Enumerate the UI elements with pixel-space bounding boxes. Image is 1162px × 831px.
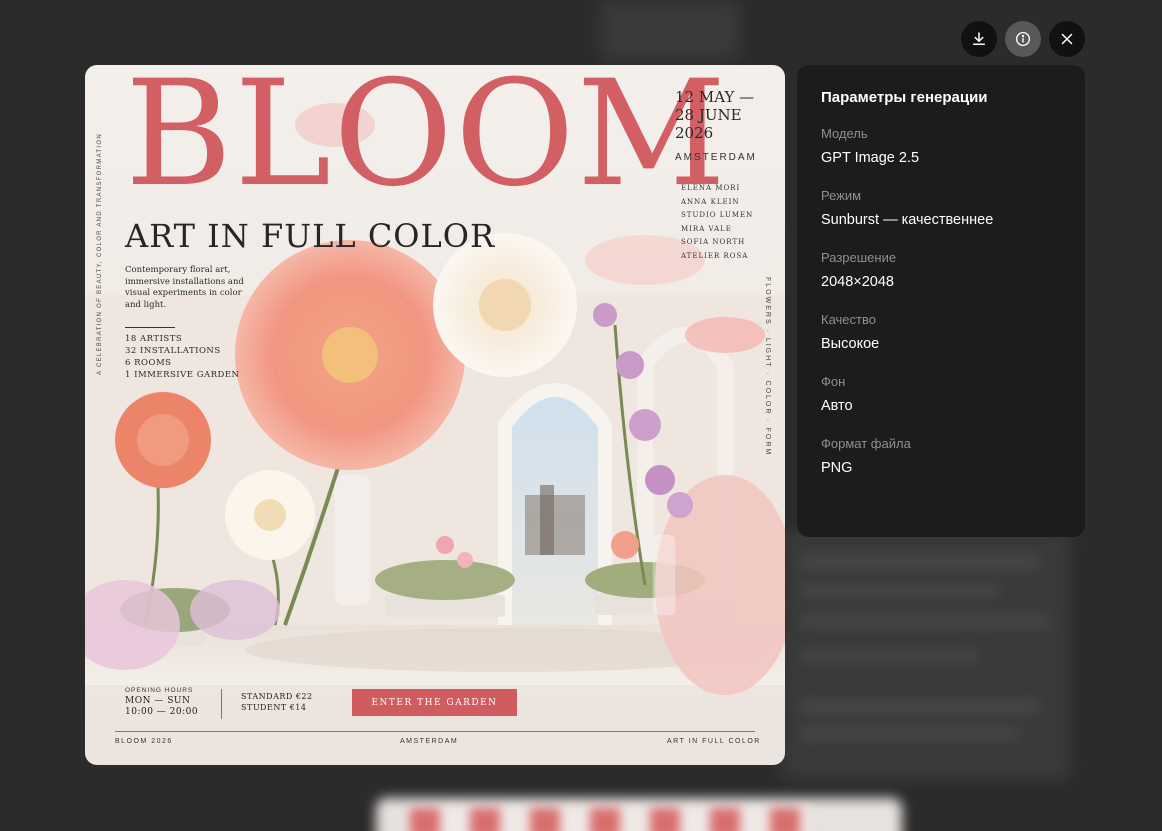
poster-vertical-tagline: A CELEBRATION OF BEAUTY, COLOR AND TRANS… xyxy=(97,133,103,375)
param-background: Фон Авто xyxy=(821,374,1061,414)
param-label: Модель xyxy=(821,126,868,141)
stat-line: 6 ROOMS xyxy=(125,358,172,368)
param-value: GPT Image 2.5 xyxy=(821,150,920,166)
param-value: PNG xyxy=(821,460,853,476)
param-value: Sunburst — качественнее xyxy=(821,212,994,228)
poster-artists: ELENA MORI ANNA KLEIN STUDIO LUMEN MIRA … xyxy=(681,182,753,263)
param-mode: Режим Sunburst — качественнее xyxy=(821,188,1061,228)
poster-city: AMSTERDAM xyxy=(675,152,757,163)
param-value: 2048×2048 xyxy=(821,274,894,290)
param-resolution: Разрешение 2048×2048 xyxy=(821,250,1061,290)
param-label: Качество xyxy=(821,312,876,327)
artist-name: ELENA MORI xyxy=(681,184,741,192)
opening-hours-label: OPENING HOURS xyxy=(125,687,194,694)
close-button[interactable] xyxy=(1049,21,1085,57)
param-file-format: Формат файла PNG xyxy=(821,436,1061,476)
stat-line: 18 ARTISTS xyxy=(125,334,183,344)
poster-stats: 18 ARTISTS 32 INSTALLATIONS 6 ROOMS 1 IM… xyxy=(125,333,240,381)
price-student: STUDENT €14 xyxy=(241,703,307,712)
param-value: Высокое xyxy=(821,336,880,352)
poster-dates: 12 MAY — 28 JUNE 2026 xyxy=(675,88,755,142)
poster-separator xyxy=(221,689,222,719)
price-standard: STANDARD €22 xyxy=(241,692,313,701)
stat-line: 1 IMMERSIVE GARDEN xyxy=(125,370,240,380)
poster-title: BLOOM xyxy=(125,65,729,219)
param-label: Формат файла xyxy=(821,436,911,451)
download-button[interactable] xyxy=(961,21,997,57)
download-icon xyxy=(973,32,985,45)
poster-footer-right: ART IN FULL COLOR xyxy=(667,738,761,745)
opening-time: 10:00 — 20:00 xyxy=(125,707,199,717)
artist-name: STUDIO LUMEN xyxy=(681,211,754,219)
panel-title: Параметры генерации xyxy=(821,89,988,106)
info-icon xyxy=(1015,31,1031,47)
param-model: Модель GPT Image 2.5 xyxy=(821,126,1061,166)
param-label: Режим xyxy=(821,188,862,203)
generation-params-panel: Параметры генерации Модель GPT Image 2.5… xyxy=(797,65,1085,537)
opening-days: MON — SUN xyxy=(125,696,191,706)
param-quality: Качество Высокое xyxy=(821,312,1061,352)
ticket-prices: STANDARD €22 STUDENT €14 xyxy=(241,691,313,713)
close-icon xyxy=(1061,33,1073,45)
poster-footer-left: BLOOM 2026 xyxy=(115,738,173,745)
artist-name: MIRA VALE xyxy=(681,224,732,233)
poster-vertical-keywords: FLOWERS · LIGHT · COLOR · FORM xyxy=(764,277,771,457)
artist-name: SOFIA NORTH xyxy=(681,238,746,246)
param-label: Разрешение xyxy=(821,250,897,265)
param-value: Авто xyxy=(821,398,853,414)
info-button[interactable] xyxy=(1005,21,1041,57)
artist-name: ATELIER ROSA xyxy=(681,251,749,260)
poster-divider xyxy=(125,327,175,328)
generated-image: BLOOM ART IN FULL COLOR 12 MAY — 28 JUNE… xyxy=(85,65,785,765)
poster-footer-center: AMSTERDAM xyxy=(400,738,459,745)
poster-description: Contemporary floral art, immersive insta… xyxy=(125,265,244,310)
param-label: Фон xyxy=(821,374,846,389)
opening-hours: MON — SUN 10:00 — 20:00 xyxy=(125,696,198,718)
artist-name: ANNA KLEIN xyxy=(681,197,740,206)
poster-footer-rule xyxy=(115,731,755,732)
stat-line: 32 INSTALLATIONS xyxy=(125,346,221,356)
poster-cta-banner: ENTER THE GARDEN xyxy=(352,689,517,716)
poster-subtitle: ART IN FULL COLOR xyxy=(125,217,496,255)
